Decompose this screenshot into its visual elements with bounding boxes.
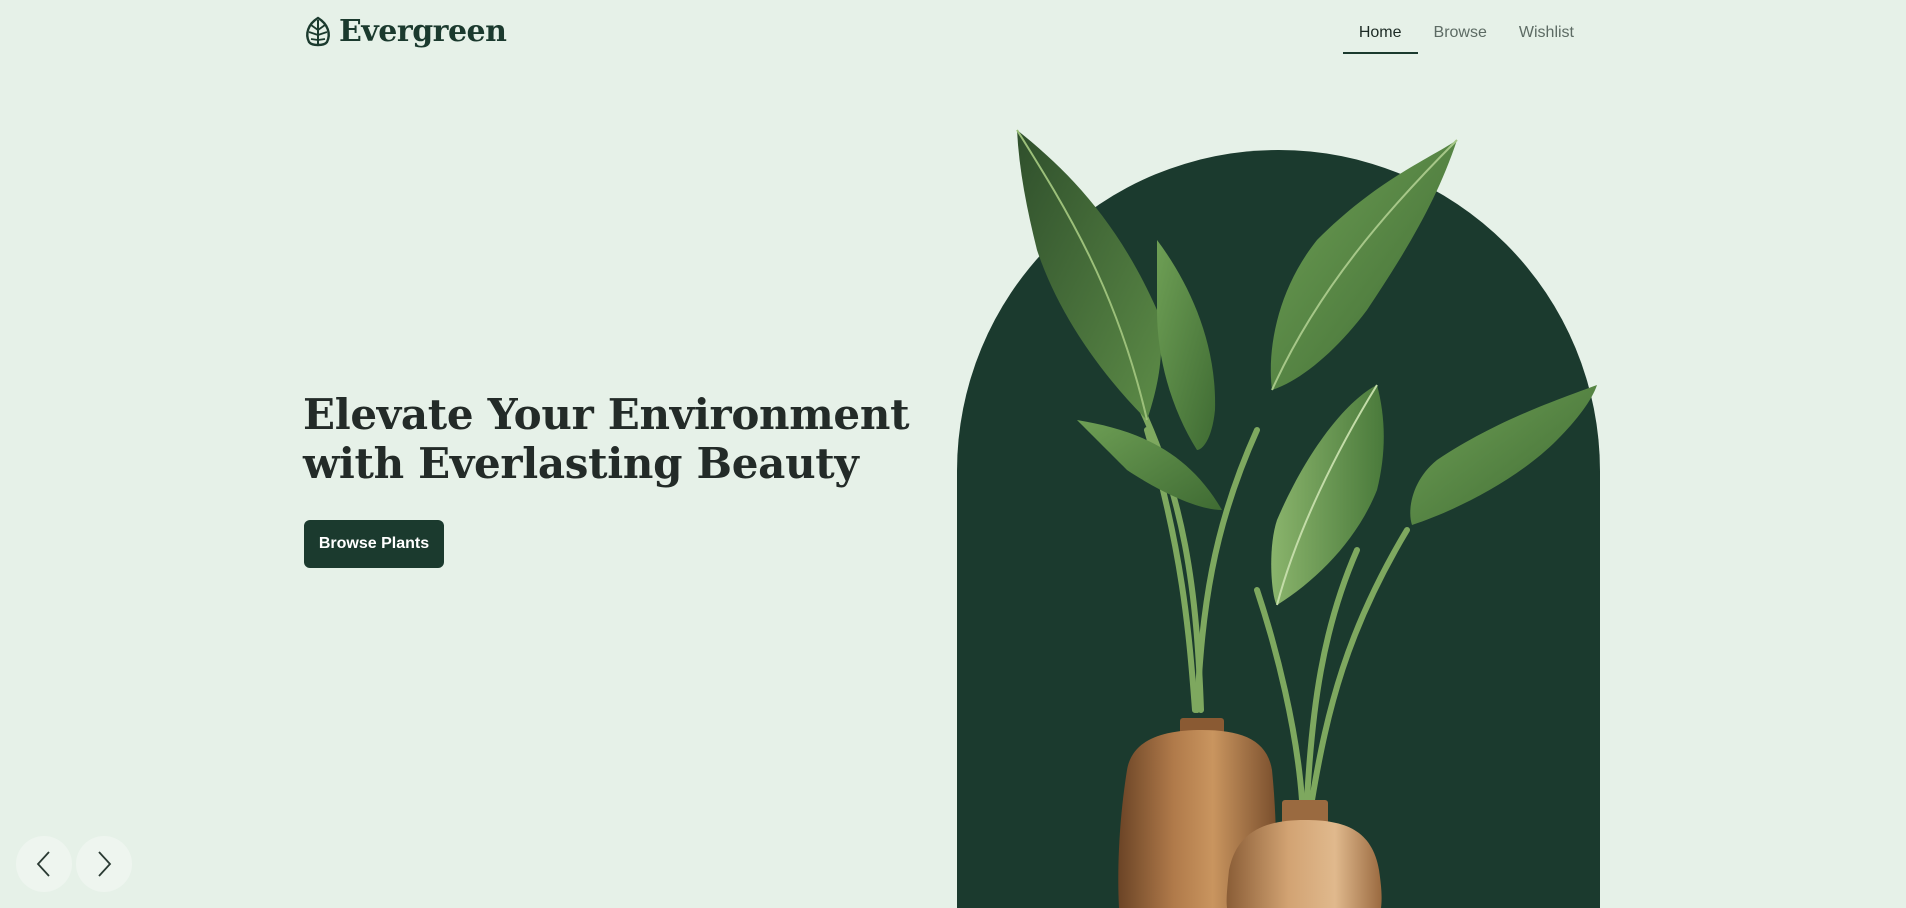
brand-logo[interactable]: Evergreen bbox=[303, 14, 507, 49]
carousel-next-button[interactable] bbox=[76, 836, 132, 892]
nav-home[interactable]: Home bbox=[1342, 18, 1418, 54]
brand-name: Evergreen bbox=[339, 14, 507, 49]
chevron-left-icon bbox=[36, 851, 50, 877]
leaf-icon bbox=[306, 16, 330, 46]
hero-title-line2: with Everlasting Beauty bbox=[303, 439, 859, 488]
chevron-right-icon bbox=[98, 851, 112, 877]
carousel-prev-button[interactable] bbox=[16, 836, 72, 892]
nav-browse[interactable]: Browse bbox=[1418, 18, 1503, 54]
hero-title-line1: Elevate Your Environment bbox=[303, 390, 910, 439]
browse-plants-button[interactable]: Browse Plants bbox=[304, 520, 444, 568]
plant-illustration bbox=[1016, 129, 1597, 908]
nav-wishlist[interactable]: Wishlist bbox=[1503, 18, 1590, 54]
hero-image bbox=[957, 129, 1600, 908]
hero-title: Elevate Your Environment with Everlastin… bbox=[303, 390, 923, 488]
main-nav: Home Browse Wishlist bbox=[1342, 18, 1590, 54]
site-header: Evergreen Home Browse Wishlist bbox=[0, 0, 1906, 70]
